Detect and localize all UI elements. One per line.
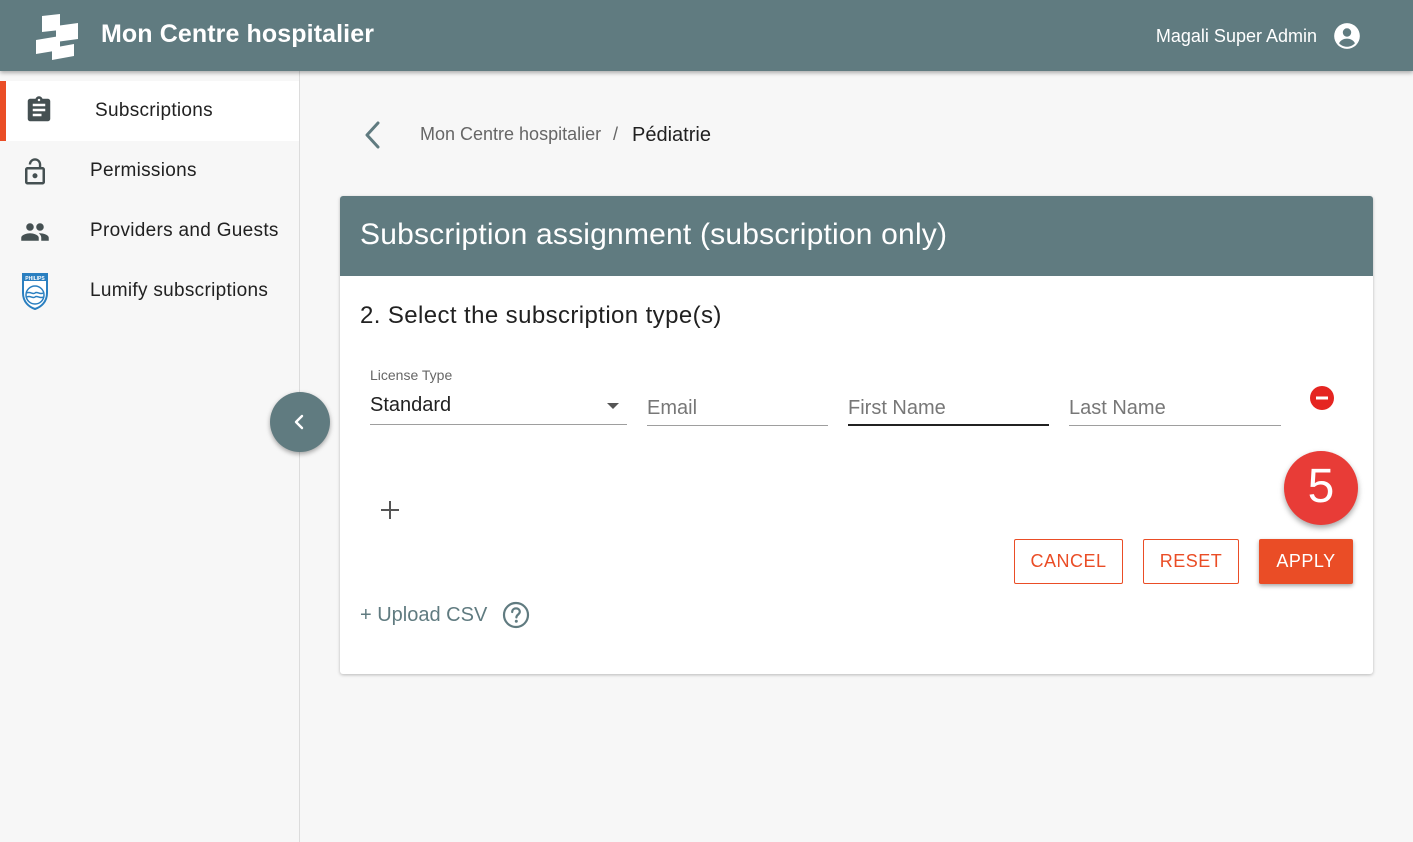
step-number-badge: 5 xyxy=(1284,451,1358,525)
svg-text:PHILIPS: PHILIPS xyxy=(25,276,45,282)
account-circle-icon[interactable] xyxy=(1333,22,1361,50)
email-field[interactable] xyxy=(647,392,828,426)
sidebar-item-subscriptions[interactable]: Subscriptions xyxy=(0,81,299,141)
top-app-bar: Mon Centre hospitalier Magali Super Admi… xyxy=(0,0,1413,71)
breadcrumb-item-current: Pédiatrie xyxy=(632,124,711,146)
sidebar-item-providers-and-guests[interactable]: Providers and Guests xyxy=(0,201,299,261)
remove-row-icon[interactable] xyxy=(1310,386,1334,410)
license-type-label: License Type xyxy=(370,367,453,383)
sidebar-item-permissions[interactable]: Permissions xyxy=(0,141,299,201)
building-blocks-icon xyxy=(36,14,78,60)
reset-button[interactable]: RESET xyxy=(1143,539,1239,584)
sidebar-item-label: Subscriptions xyxy=(95,100,213,121)
chevron-left-icon xyxy=(294,414,304,430)
lock-icon xyxy=(25,158,45,185)
sidebar-item-label: Lumify subscriptions xyxy=(90,280,269,301)
card-header: Subscription assignment (subscription on… xyxy=(340,196,1373,276)
help-icon[interactable] xyxy=(502,601,530,629)
subscription-assignment-card: Subscription assignment (subscription on… xyxy=(340,196,1373,674)
cancel-button[interactable]: CANCEL xyxy=(1014,539,1123,584)
sidebar: Subscriptions Permissions Providers and … xyxy=(0,71,300,842)
breadcrumb-separator: / xyxy=(613,124,619,144)
sidebar-item-lumify-subscriptions[interactable]: PHILIPS Lumify subscriptions xyxy=(0,261,299,321)
app-title: Mon Centre hospitalier xyxy=(101,20,375,48)
back-arrow-icon[interactable] xyxy=(360,120,386,150)
first-name-field[interactable] xyxy=(848,392,1049,426)
clipboard-icon xyxy=(27,96,51,122)
upload-csv-link[interactable]: + Upload CSV xyxy=(360,604,487,627)
breadcrumb-item-hospital[interactable]: Mon Centre hospitalier xyxy=(420,124,601,145)
add-row-icon[interactable] xyxy=(378,498,402,522)
user-name[interactable]: Magali Super Admin xyxy=(1156,26,1317,47)
dropdown-arrow-icon xyxy=(607,403,619,409)
license-type-value: Standard xyxy=(370,394,452,416)
people-icon xyxy=(21,223,49,241)
sidebar-item-label: Providers and Guests xyxy=(90,220,279,241)
card-title: Subscription assignment (subscription on… xyxy=(360,218,948,251)
philips-shield-icon: PHILIPS xyxy=(22,273,48,311)
step-title: 2. Select the subscription type(s) xyxy=(360,302,722,329)
license-type-select[interactable]: Standard xyxy=(370,391,627,425)
sidebar-item-label: Permissions xyxy=(90,160,197,181)
apply-button[interactable]: APPLY xyxy=(1259,539,1353,584)
collapse-sidebar-button[interactable] xyxy=(270,392,330,452)
last-name-field[interactable] xyxy=(1069,392,1281,426)
